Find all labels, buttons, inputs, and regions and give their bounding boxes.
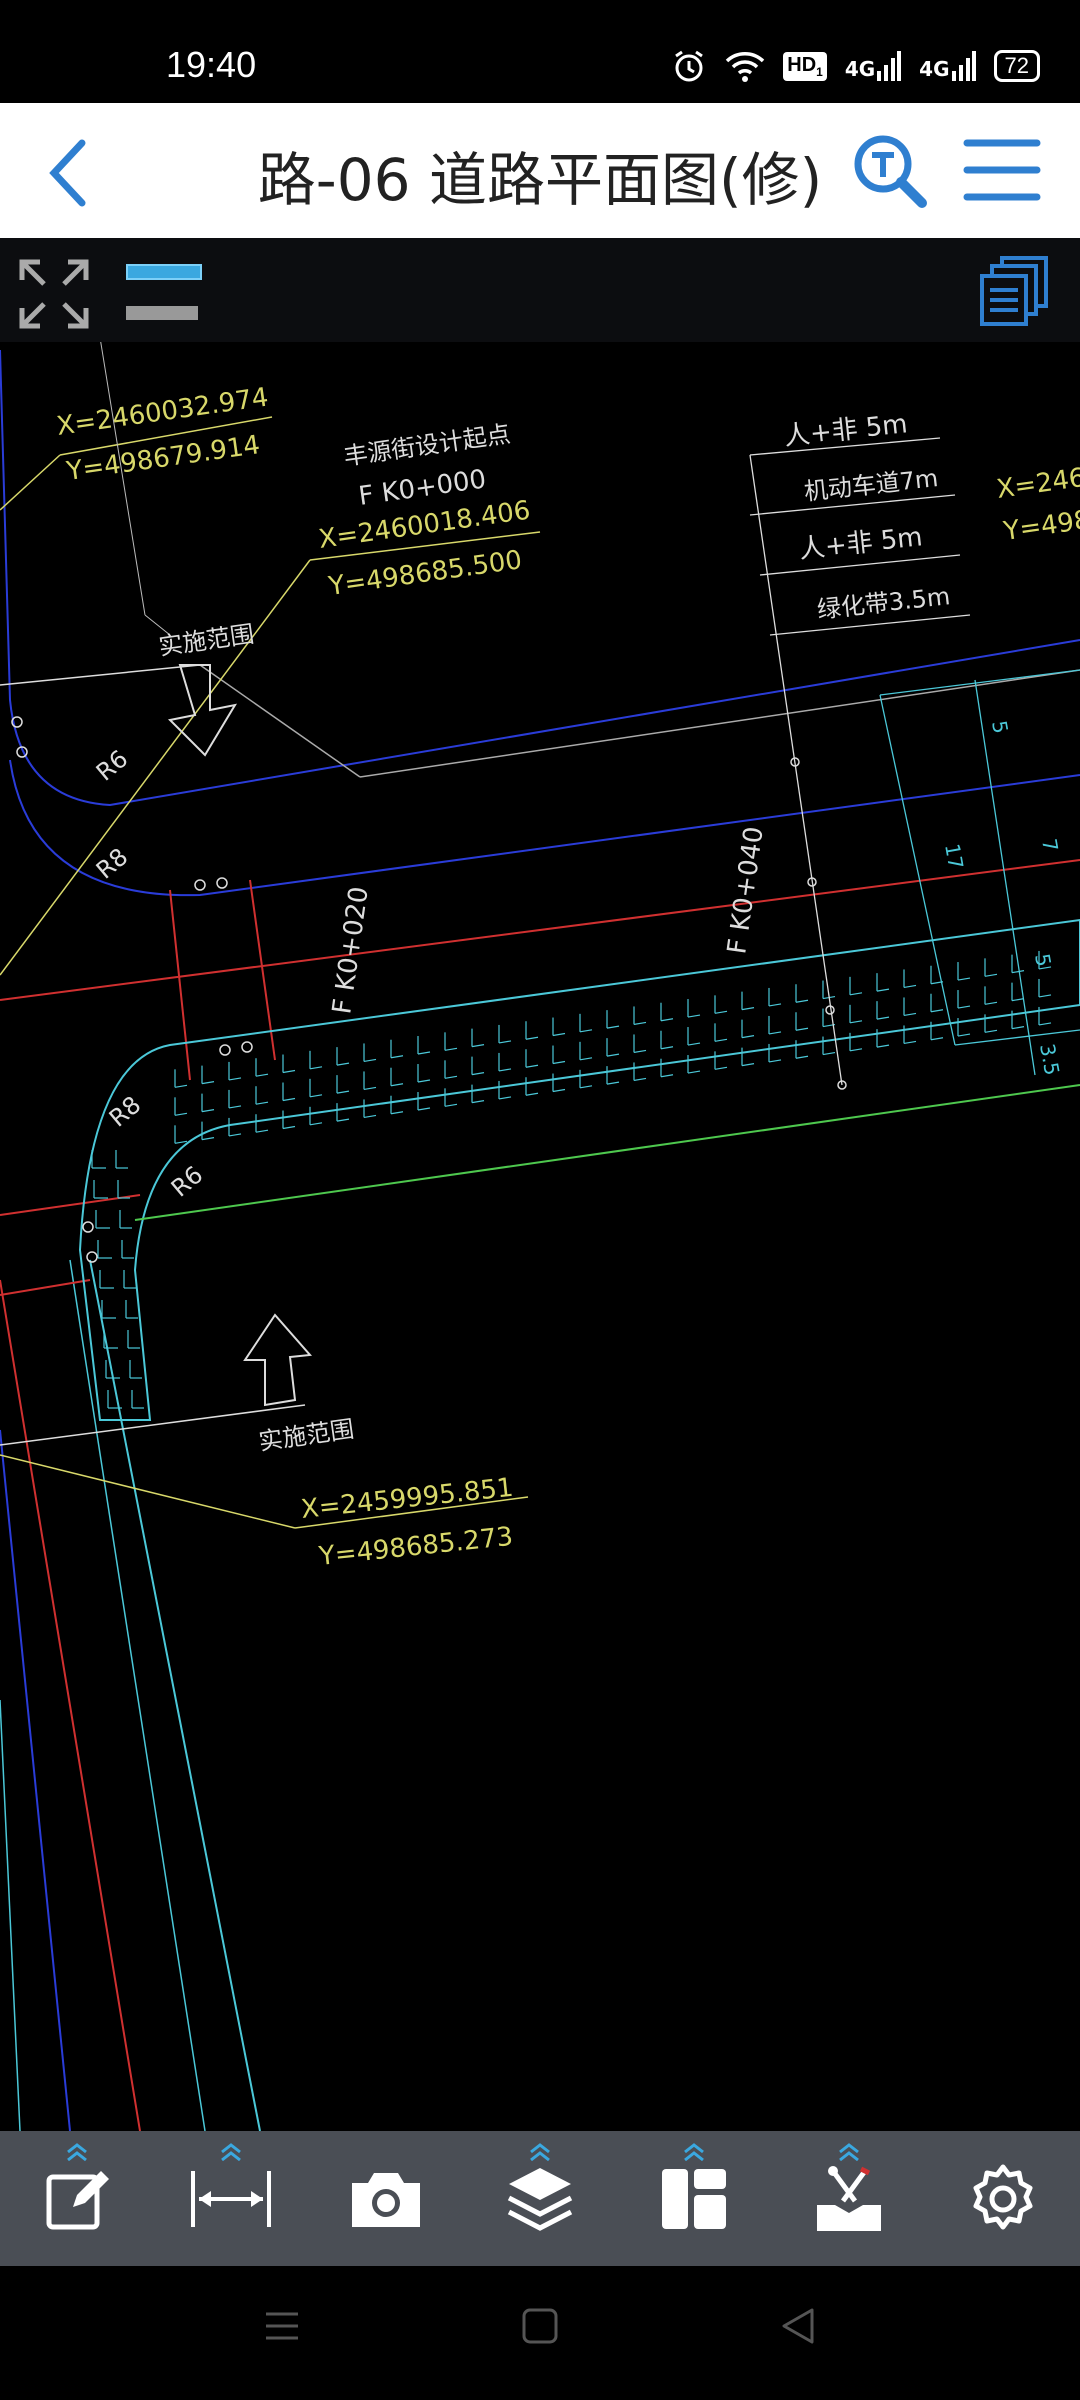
back-nav-icon[interactable] [778,2306,818,2346]
layout-icon [662,2168,727,2229]
coord-right-y: Y=498 [1001,505,1080,547]
status-bar: 19:40 HD1 4G 4G 72 [0,0,1080,103]
wifi-icon [726,52,765,82]
radius-r8-label: R8 [91,843,133,885]
start-y-label: Y=498685.500 [326,545,524,602]
drawing-toolbar [0,238,1080,342]
start-point-label: 丰源街设计起点 [342,420,512,471]
expand-caret-icon-4 [684,2142,705,2161]
radius-r6-label: R6 [91,745,133,787]
layer-toggle-inactive[interactable] [126,306,198,320]
alarm-icon [675,50,704,82]
section-label-4: 绿化带3.5m [816,582,952,624]
camera-icon [351,2172,420,2227]
dim-label-5: 5 [987,719,1013,736]
measure-button[interactable] [171,2139,291,2259]
coord-bottom-x: X=2459995.851 [300,1473,515,1525]
dim-label-3-5: 3.5 [1035,1042,1064,1077]
section-label-1: 人+非 5m [783,409,909,452]
home-icon[interactable] [520,2306,560,2346]
layers-button[interactable] [480,2139,600,2259]
settings-icon [973,2164,1033,2229]
layers-icon [507,2167,573,2231]
coord-bottom-y: Y=498685.273 [317,1522,515,1572]
expand-caret-icon-2 [221,2142,242,2161]
bottom-toolbar [0,2131,1080,2266]
settings-button[interactable] [943,2139,1063,2259]
impl-range-label: 实施范围 [157,620,256,661]
fullscreen-icon[interactable] [18,258,90,330]
status-time: 19:40 [166,44,257,85]
coord-right-x: X=246 [995,463,1080,505]
tools-button[interactable] [789,2139,909,2259]
hd-badge: HD1 [783,51,827,81]
coord-top-left-y: Y=498679.914 [64,430,262,487]
section-label-2: 机动车道7m [803,464,940,506]
title-bar: 路-06 道路平面图(修) [0,103,1080,238]
impl-range-label-2: 实施范围 [257,1415,356,1456]
system-nav-bar [0,2266,1080,2400]
pages-icon[interactable] [978,256,1050,328]
expand-caret-icon-5 [838,2142,859,2161]
measure-icon [191,2170,272,2227]
camera-button[interactable] [326,2139,446,2259]
drawing-canvas[interactable]: X=2460032.974 Y=498679.914 丰源街设计起点 F K0+… [0,238,1080,2132]
section-label-3: 人+非 5m [798,522,924,565]
edit-icon [46,2170,110,2229]
battery-icon: 72 [993,50,1040,82]
layer-toggle-active[interactable] [126,264,202,280]
layout-button[interactable] [634,2139,754,2259]
edit-button[interactable] [17,2139,137,2259]
expand-caret-icon-3 [530,2142,550,2161]
signal-icon-2: 4G [919,51,976,81]
status-icons: HD1 4G 4G 72 [671,48,1040,84]
signal-icon: 4G [845,51,902,81]
station-020-label: F K0+020 [327,885,375,1016]
radius-r6-label-2: R6 [166,1161,208,1203]
search-icon[interactable] [850,131,930,211]
tools-icon [816,2165,881,2231]
dim-label-17: 17 [940,842,968,871]
expand-caret-icon [67,2142,88,2161]
recent-apps-icon[interactable] [262,2306,302,2346]
dim-label-5b: 5 [1030,952,1056,969]
station-040-label: F K0+040 [722,825,770,956]
dim-label-7: 7 [1037,837,1063,854]
menu-icon[interactable] [962,135,1042,205]
